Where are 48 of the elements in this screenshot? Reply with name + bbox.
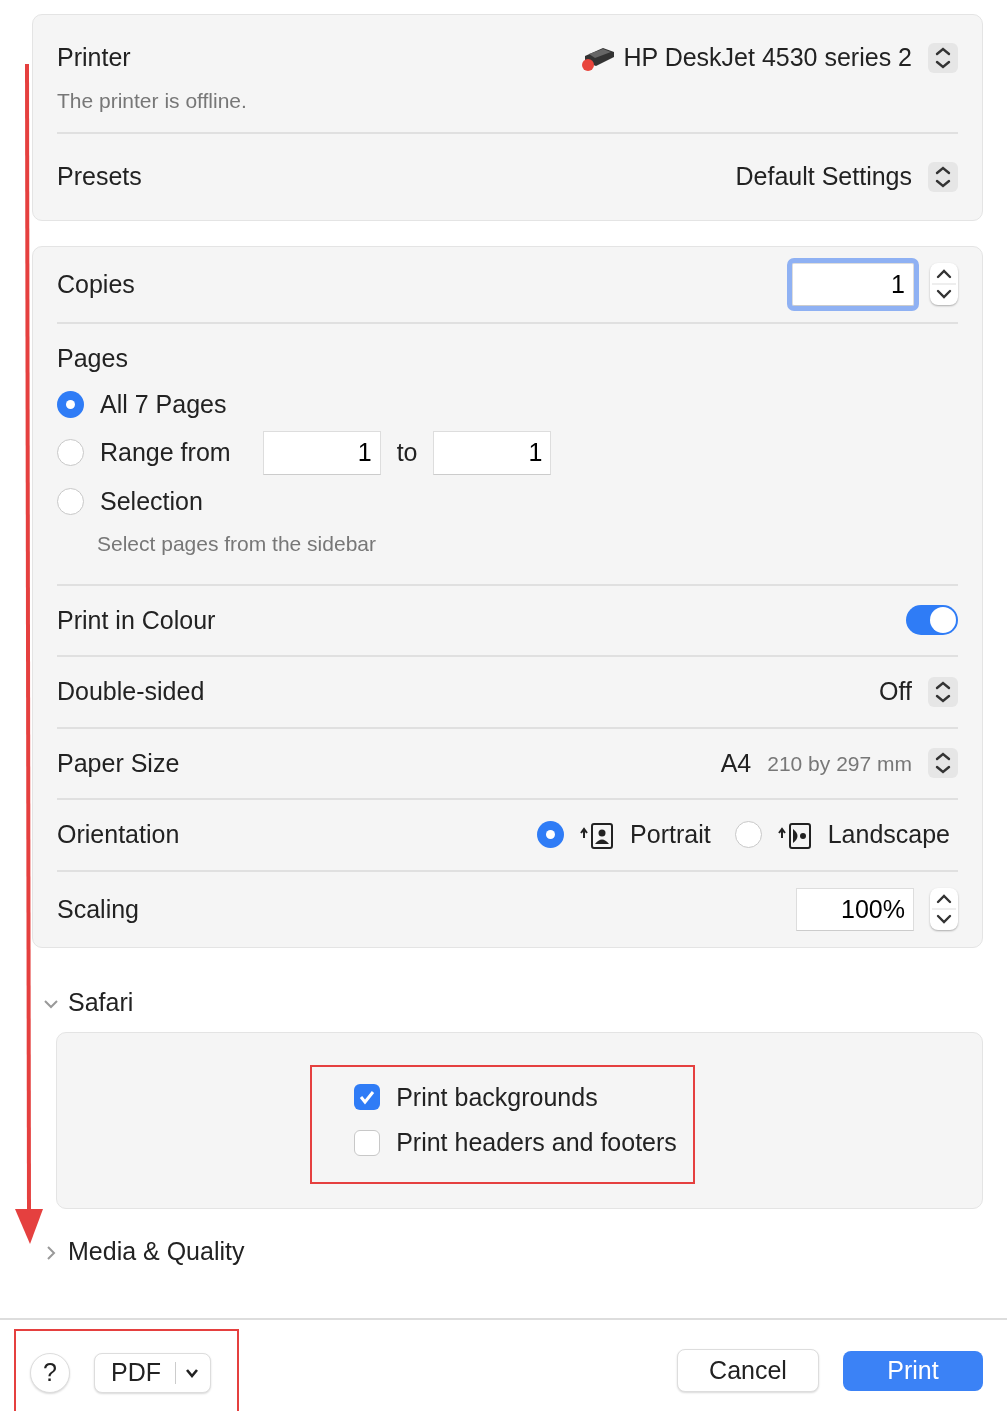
radio-button[interactable] (57, 439, 84, 467)
checkbox[interactable] (354, 1084, 381, 1111)
popup-arrows-icon[interactable] (928, 161, 958, 192)
printer-name[interactable]: HP DeskJet 4530 series 2 (623, 39, 912, 77)
popup-arrows-icon[interactable] (928, 676, 958, 707)
cancel-button[interactable]: Cancel (677, 1348, 819, 1393)
setting-label: Print in Colour (57, 604, 216, 636)
range-to-field[interactable]: 1 (433, 431, 552, 475)
radio-button[interactable] (57, 487, 84, 515)
toggle-switch[interactable] (906, 605, 958, 636)
orientation-label: Landscape (827, 819, 950, 850)
section-title: Safari (68, 987, 134, 1018)
checkbox[interactable] (354, 1129, 381, 1156)
radio-button[interactable] (734, 821, 762, 849)
printer-label: Printer (57, 42, 132, 73)
help-button[interactable]: ? (30, 1352, 70, 1393)
radio-button[interactable] (57, 390, 84, 418)
checkbox-label: Print backgrounds (396, 1081, 598, 1113)
setting-label: Paper Size (57, 747, 180, 779)
paper-dimensions: 210 by 297 mm (767, 750, 912, 777)
setting-label: Double-sided (57, 676, 205, 707)
setting-label: Scaling (57, 893, 139, 925)
presets-value[interactable]: Default Settings (735, 158, 912, 196)
popup-arrows-icon[interactable] (928, 42, 958, 73)
popup-value[interactable]: A4 (720, 744, 752, 782)
popup-value[interactable]: Off (879, 673, 912, 711)
print-button[interactable]: Print (843, 1350, 983, 1391)
scaling-field[interactable]: 100% (796, 887, 914, 931)
popup-arrows-icon[interactable] (928, 748, 958, 779)
check-icon (358, 1088, 377, 1107)
printer-status: The printer is offline. (57, 87, 247, 114)
section-title: Media & Quality (68, 1235, 245, 1267)
stepper-icon[interactable] (930, 263, 958, 306)
stepper-icon[interactable] (930, 888, 958, 931)
range-from-field[interactable]: 1 (262, 431, 381, 475)
option-label: All 7 Pages (100, 388, 227, 420)
pages-label: Pages (57, 343, 128, 374)
copies-label: Copies (57, 268, 135, 300)
option-label: Range from (100, 437, 231, 468)
range-to-label: to (396, 437, 418, 468)
option-label: Selection (100, 485, 203, 517)
presets-label: Presets (57, 161, 142, 192)
orientation-label: Portrait (630, 819, 711, 850)
selection-hint: Select pages from the sidebar (97, 531, 376, 557)
radio-button[interactable] (537, 821, 565, 849)
setting-label: Orientation (57, 819, 180, 850)
pdf-menu-button[interactable]: PDF (94, 1352, 211, 1393)
checkbox-label: Print headers and footers (396, 1127, 677, 1158)
